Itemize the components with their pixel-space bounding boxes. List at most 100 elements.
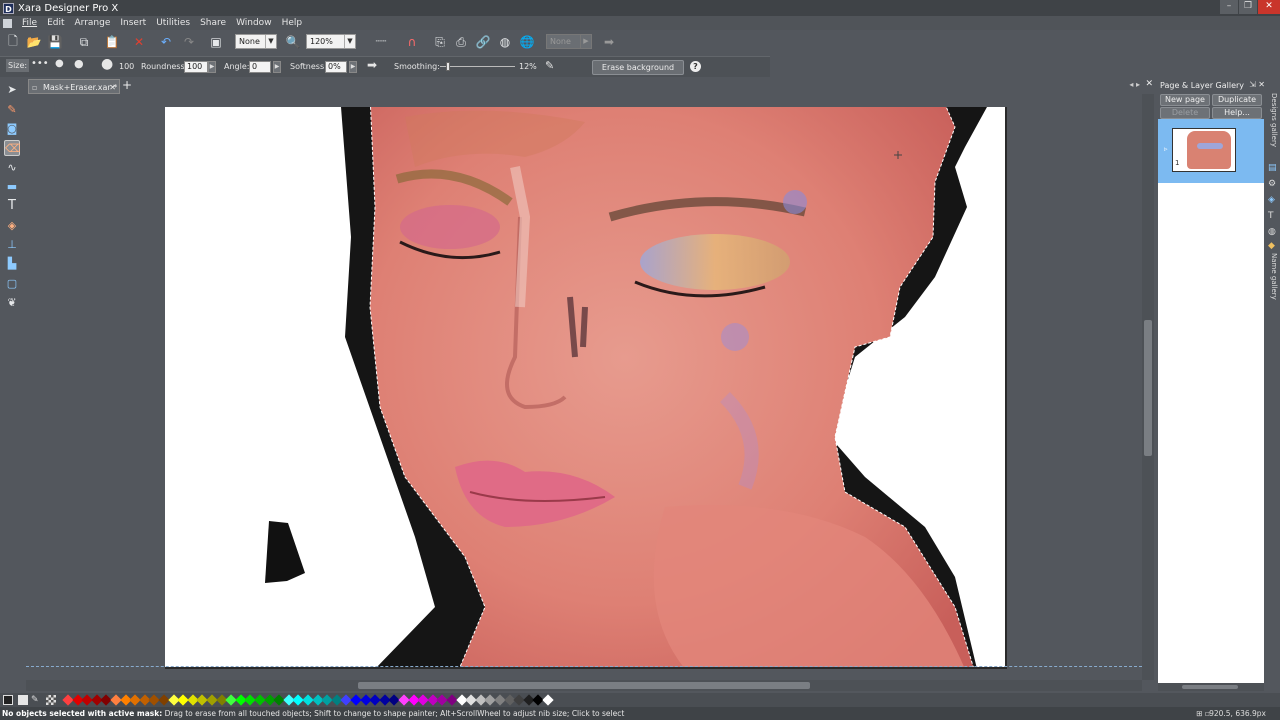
transparency-icon[interactable]: ▣ <box>207 33 225 51</box>
new-tab-button[interactable]: + <box>122 78 132 92</box>
link-icon[interactable]: 🔗 <box>474 33 492 51</box>
close-window-button[interactable]: ✕ <box>1258 0 1280 14</box>
paste-icon[interactable]: 📋 <box>103 33 121 51</box>
snap-magnet-icon[interactable]: ∩ <box>403 33 421 51</box>
smoothing-slider-thumb[interactable] <box>446 62 450 71</box>
current-color-swatch[interactable] <box>3 695 13 705</box>
undo-icon[interactable]: ↶ <box>157 33 175 51</box>
gallery-icon-6[interactable]: ◆ <box>1268 241 1275 251</box>
camera-tool-icon[interactable]: ◙ <box>4 121 20 137</box>
blend-tool-icon[interactable]: ❦ <box>4 295 20 311</box>
menu-help[interactable]: Help <box>282 18 303 28</box>
toolbox: ➤ ✎ ◙ ⌫ ∿ ▬ T ◈ ⊥ ▙ ▢ ❦ <box>0 78 24 693</box>
copy-icon[interactable]: ⧉ <box>75 33 93 51</box>
redo-icon[interactable]: ↷ <box>180 33 198 51</box>
selector-tool-icon[interactable]: ➤ <box>4 82 20 98</box>
help-icon[interactable]: ? <box>690 61 701 72</box>
menu-window[interactable]: Window <box>236 18 272 28</box>
web-globe-icon[interactable]: 🌐 <box>518 33 536 51</box>
duplicate-button[interactable]: Duplicate <box>1212 94 1262 106</box>
page-number: 1 <box>1175 159 1180 167</box>
quality-select[interactable]: None ▼ <box>235 34 277 49</box>
rectangle-tool-icon[interactable]: ▬ <box>4 179 20 195</box>
new-page-button[interactable]: New page <box>1160 94 1210 106</box>
save-icon[interactable]: 💾 <box>46 33 64 51</box>
close-document-icon[interactable]: ✕ <box>1145 79 1153 89</box>
horizontal-scroll-thumb[interactable] <box>358 682 810 689</box>
angle-label: Angle: <box>224 62 250 71</box>
canvas-area[interactable] <box>26 94 1142 680</box>
vertical-gallery-tabs: Designs gallery ▤ ⚙ ◈ T ◍ ◆ Name gallery <box>1266 79 1280 693</box>
shadow-tool-icon[interactable]: ▙ <box>4 256 20 272</box>
gallery-page-list[interactable]: ▹ 1 <box>1158 119 1264 683</box>
color-picker-icon[interactable]: ✎ <box>31 695 41 705</box>
delete-page-button[interactable]: Delete <box>1160 107 1210 119</box>
vertical-scroll-thumb[interactable] <box>1144 320 1152 456</box>
gallery-help-button[interactable]: Help... <box>1212 107 1262 119</box>
pin-icon[interactable]: ⇲ <box>1249 80 1256 89</box>
zoom-select[interactable]: 120% ▼ <box>306 34 356 49</box>
angle-arrow[interactable]: ▶ <box>273 61 281 73</box>
expand-arrow-icon[interactable]: ▹ <box>1164 145 1168 153</box>
roundness-arrow[interactable]: ▶ <box>208 61 216 73</box>
page-thumbnail-row[interactable]: ▹ 1 <box>1158 119 1264 183</box>
gallery-icon-2[interactable]: ⚙ <box>1268 179 1276 189</box>
pressure-pen-icon[interactable]: ✎ <box>545 59 554 72</box>
no-color-swatch[interactable] <box>18 695 28 705</box>
gallery-icon-1[interactable]: ▤ <box>1268 163 1277 173</box>
gallery-icon-3[interactable]: ◈ <box>1268 195 1275 205</box>
ruler-icon[interactable]: ┄┄ <box>368 33 394 51</box>
restore-button[interactable]: ❐ <box>1239 0 1257 14</box>
import-icon[interactable]: ⎘ <box>431 33 449 51</box>
palette-swatch[interactable] <box>542 694 554 706</box>
softness-arrow[interactable]: ▶ <box>349 61 357 73</box>
next-arrow-icon[interactable]: ➡ <box>367 58 377 72</box>
menu-edit[interactable]: Edit <box>47 18 64 28</box>
document-menu-icon[interactable] <box>3 18 12 28</box>
roundness-input[interactable]: 100 <box>184 61 208 73</box>
menu-utilities[interactable]: Utilities <box>156 18 190 28</box>
tab-scroll-arrows[interactable]: ◂ ▸ <box>1129 80 1140 89</box>
menu-insert[interactable]: Insert <box>120 18 146 28</box>
menu-share[interactable]: Share <box>200 18 226 28</box>
disabled-select: None ▶ <box>546 34 592 49</box>
web-preview-icon[interactable]: ◍ <box>496 33 514 51</box>
gallery-icon-4[interactable]: T <box>1268 211 1274 221</box>
close-gallery-icon[interactable]: ✕ <box>1258 80 1265 89</box>
bevel-tool-icon[interactable]: ▢ <box>4 276 20 292</box>
page-thumbnail[interactable]: 1 <box>1172 128 1236 172</box>
nib-xlarge-dot[interactable]: ● <box>101 56 113 72</box>
fill-tool-icon[interactable]: ◈ <box>4 218 20 234</box>
nib-small-dots[interactable]: ••• <box>31 58 49 69</box>
menu-arrange[interactable]: Arrange <box>75 18 111 28</box>
shape-editor-tool-icon[interactable]: ∿ <box>4 160 20 176</box>
text-tool-icon[interactable]: T <box>4 198 20 214</box>
export-icon[interactable]: ⎙ <box>452 33 470 51</box>
horizontal-scrollbar[interactable] <box>26 680 1142 691</box>
transparency-tool-icon[interactable]: ⊥ <box>4 237 20 253</box>
document-page[interactable] <box>165 107 1007 669</box>
transparent-swatch[interactable] <box>46 695 56 705</box>
document-tab[interactable]: ▫ Mask+Eraser.xar * ✕ <box>28 79 120 94</box>
photo-with-mask[interactable] <box>165 107 1007 669</box>
new-document-icon[interactable]: 🗋 <box>4 33 22 51</box>
gallery-icon-5[interactable]: ◍ <box>1268 227 1276 237</box>
menu-file[interactable]: File <box>22 18 37 28</box>
gallery-hscrollbar[interactable] <box>1158 683 1264 691</box>
photo-tool-icon[interactable]: ✎ <box>4 102 20 118</box>
designs-gallery-tab[interactable]: Designs gallery <box>1268 93 1278 147</box>
nib-medium-dot[interactable]: ● <box>55 58 64 69</box>
name-gallery-tab[interactable]: Name gallery <box>1268 253 1278 300</box>
softness-input[interactable]: 0% <box>325 61 347 73</box>
minimize-button[interactable]: – <box>1220 0 1238 14</box>
vertical-scrollbar[interactable] <box>1142 94 1154 680</box>
erase-background-button[interactable]: Erase background <box>592 60 684 75</box>
delete-icon[interactable]: ✕ <box>130 33 148 51</box>
smoothing-slider-track[interactable] <box>440 66 515 67</box>
zoom-icon[interactable]: 🔍 <box>284 33 302 51</box>
open-folder-icon[interactable]: 📂 <box>25 33 43 51</box>
close-tab-icon[interactable]: ✕ <box>109 80 116 95</box>
nib-large-dot[interactable]: ● <box>74 57 84 70</box>
angle-input[interactable]: 0 <box>249 61 271 73</box>
eraser-tool-icon[interactable]: ⌫ <box>4 140 21 156</box>
